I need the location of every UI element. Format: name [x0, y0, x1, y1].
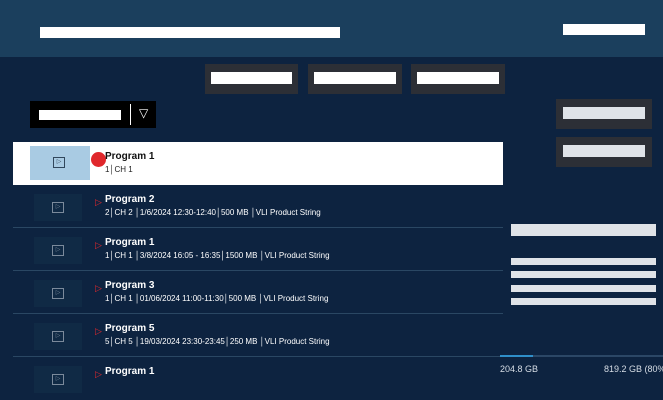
program-thumbnail: ▷ ▷ — [34, 366, 102, 393]
video-icon: ▷ — [52, 245, 64, 256]
video-icon: ▷ — [52, 374, 64, 385]
play-icon: ▷ — [95, 326, 102, 336]
dropdown-divider — [130, 104, 131, 125]
tab-2[interactable] — [308, 64, 402, 94]
program-meta: 1│CH 1 │3/8/2024 16:05 - 16:35│1500 MB │… — [105, 251, 330, 260]
play-icon: ▷ — [95, 197, 102, 207]
program-thumbnail: ▷ — [30, 146, 106, 180]
side-button-2-label-placeholder — [563, 145, 645, 157]
storage-bar-fill — [500, 355, 533, 357]
list-item[interactable]: ▷ ▷ Program 5 5│CH 5 │19/03/2024 23:30-2… — [13, 314, 503, 357]
tab-2-label-placeholder — [314, 72, 396, 84]
recordings-list: ▷ Program 1 1│CH 1 ▷ ▷ Program 2 2│CH 2 … — [13, 142, 503, 400]
video-icon: ▷ — [52, 202, 64, 213]
tab-1[interactable] — [205, 64, 298, 94]
side-button-2[interactable] — [556, 137, 652, 167]
video-icon: ▷ — [52, 288, 64, 299]
dropdown-value-placeholder — [39, 110, 121, 120]
video-icon: ▷ — [53, 157, 65, 168]
record-icon — [91, 152, 106, 167]
program-meta: 1│CH 1 │01/06/2024 11:00-11:30│500 MB │V… — [105, 294, 329, 303]
play-icon: ▷ — [95, 283, 102, 293]
list-item[interactable]: ▷ Program 1 1│CH 1 — [13, 142, 503, 185]
program-meta: 5│CH 5 │19/03/2024 23:30-23:45│250 MB │V… — [105, 337, 330, 346]
tab-3-label-placeholder — [417, 72, 499, 84]
detail-bar-4 — [511, 285, 656, 292]
storage-used: 204.8 GB — [500, 364, 539, 374]
program-thumbnail: ▷ ▷ — [34, 323, 102, 350]
header-right-placeholder[interactable] — [563, 24, 645, 35]
list-item[interactable]: ▷ ▷ Program 1 1│CH 1 │3/8/2024 16:05 - 1… — [13, 228, 503, 271]
program-thumbnail: ▷ ▷ — [34, 194, 102, 221]
program-title: Program 5 — [105, 323, 155, 334]
header-title-placeholder — [40, 27, 340, 38]
chevron-down-icon[interactable]: ▽ — [139, 106, 148, 120]
tab-3[interactable] — [411, 64, 505, 94]
tab-1-label-placeholder — [211, 72, 292, 84]
video-icon: ▷ — [52, 331, 64, 342]
detail-bar-3 — [511, 271, 656, 278]
program-thumbnail: ▷ ▷ — [34, 280, 102, 307]
play-icon: ▷ — [95, 240, 102, 250]
program-title: Program 1 — [105, 237, 155, 248]
side-button-1-label-placeholder — [563, 107, 645, 119]
program-title: Program 2 — [105, 194, 155, 205]
top-header — [0, 0, 663, 57]
program-meta: 1│CH 1 — [105, 165, 133, 174]
program-thumbnail: ▷ ▷ — [34, 237, 102, 264]
detail-bar-1 — [511, 224, 656, 236]
detail-bar-2 — [511, 258, 656, 265]
detail-bar-5 — [511, 298, 656, 305]
list-item[interactable]: ▷ ▷ Program 2 2│CH 2 │1/6/2024 12:30-12:… — [13, 185, 503, 228]
side-button-1[interactable] — [556, 99, 652, 129]
list-item[interactable]: ▷ ▷ Program 3 1│CH 1 │01/06/2024 11:00-1… — [13, 271, 503, 314]
program-title: Program 1 — [105, 151, 155, 162]
program-meta: 2│CH 2 │1/6/2024 12:30-12:40│500 MB │VLI… — [105, 208, 321, 217]
program-title: Program 1 — [105, 366, 155, 377]
program-title: Program 3 — [105, 280, 155, 291]
play-icon: ▷ — [95, 369, 102, 379]
filter-dropdown[interactable]: ▽ — [30, 101, 156, 128]
storage-free: 819.2 GB (80%) — [604, 364, 663, 374]
